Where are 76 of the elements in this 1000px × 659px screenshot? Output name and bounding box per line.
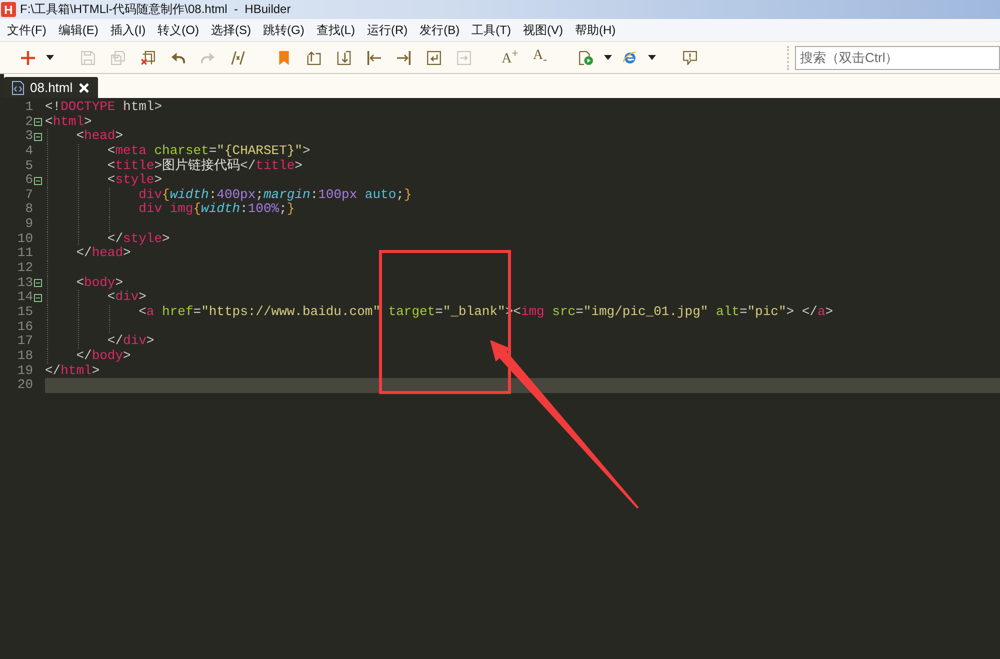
search-field[interactable]: 搜索（双击Ctrl）: [795, 46, 1000, 70]
plus-icon[interactable]: [21, 50, 35, 64]
minus-square-icon[interactable]: [34, 279, 42, 287]
line-number: 16: [16, 320, 33, 334]
menu-item[interactable]: 发行(B): [414, 20, 466, 40]
code-line: div img{width:100%;}: [138, 202, 295, 218]
menu-item[interactable]: 查找(L): [310, 20, 361, 40]
line-number: 6: [24, 173, 33, 188]
line-number: 19: [16, 364, 33, 378]
menu-item[interactable]: 选择(S): [204, 20, 257, 40]
line-number: 10: [16, 232, 33, 246]
code-line: div{width:400px;margin:100px auto;}: [138, 188, 412, 202]
file-tab[interactable]: 08.html: [4, 77, 98, 98]
font-smaller-button[interactable]: A$_{-}$: [532, 49, 547, 66]
minus-square-icon[interactable]: [34, 176, 42, 185]
e-swoosh-icon[interactable]: [623, 50, 637, 64]
code-line: <body>: [76, 276, 124, 290]
window-title: F:\工具箱\HTMLl-代码随意制作\08.html - HBuilder: [20, 1, 291, 18]
documents-x-icon[interactable]: [141, 50, 155, 64]
code-line: <style>: [107, 173, 162, 188]
caret-icon[interactable]: [604, 55, 612, 60]
line-number: 18: [16, 348, 33, 364]
slash-marks-icon[interactable]: [231, 50, 245, 64]
line-number: 2: [24, 114, 33, 130]
page-play-icon[interactable]: [579, 50, 593, 64]
menu-item[interactable]: 工具(T): [466, 20, 517, 40]
code-line: <head>: [76, 129, 124, 144]
undo-icon[interactable]: [171, 50, 185, 64]
line-number: 8: [24, 202, 33, 218]
line-number: 20: [16, 378, 33, 393]
caret-icon[interactable]: [648, 55, 656, 60]
line-number: 7: [24, 188, 33, 202]
code-line: </html>: [45, 364, 100, 378]
caret-icon[interactable]: [46, 55, 54, 60]
code-line: <!DOCTYPE html>: [45, 100, 162, 115]
minus-square-icon[interactable]: [34, 132, 42, 141]
menu-item[interactable]: 视图(V): [516, 20, 569, 40]
minus-square-icon[interactable]: [34, 294, 42, 302]
page-up-arrow-icon[interactable]: [307, 50, 321, 64]
page-down-arrow-icon[interactable]: [337, 50, 351, 64]
menu-item[interactable]: 转义(O): [152, 20, 205, 40]
line-number: 12: [16, 261, 33, 276]
speech-bubble-icon[interactable]: [683, 50, 697, 64]
code-line: </head>: [76, 246, 131, 262]
code-line: </body>: [76, 348, 131, 364]
line-number: 1: [24, 100, 33, 115]
code-line: </div>: [107, 334, 154, 349]
line-number: 15: [16, 304, 33, 320]
line-number: 17: [16, 334, 33, 349]
menu-item[interactable]: 帮助(H): [568, 20, 622, 40]
line-number: 4: [24, 144, 33, 159]
code-line: </style>: [107, 232, 170, 246]
menu-item[interactable]: 跳转(G): [256, 20, 310, 40]
arrow-to-left-bar-icon[interactable]: [367, 50, 381, 64]
line-number: 3: [24, 129, 33, 144]
menu-item[interactable]: 插入(I): [104, 20, 152, 40]
line-number: 13: [16, 276, 33, 290]
menu-item[interactable]: 文件(F): [1, 20, 52, 40]
line-number: 5: [24, 158, 33, 174]
menu-item[interactable]: 运行(R): [360, 20, 414, 40]
line-number: 14: [16, 290, 33, 305]
code-line: <html>: [45, 114, 92, 130]
code-line: <meta charset="{CHARSET}">: [107, 144, 310, 158]
line-number: 11: [16, 246, 33, 262]
code-file-icon: [12, 80, 24, 94]
bookmark-icon[interactable]: [277, 50, 291, 64]
code-line: <div>: [107, 290, 146, 305]
close-icon[interactable]: [78, 82, 89, 92]
menu-item[interactable]: 编辑(E): [52, 20, 104, 40]
page-return-arrow-icon[interactable]: [427, 50, 441, 64]
code-line: <title>图片链接代码</title>: [107, 158, 302, 174]
line-number: 9: [24, 217, 33, 232]
font-larger-button[interactable]: A$^{+}$: [502, 48, 518, 67]
app-logo: H: [1, 2, 16, 17]
minus-square-icon[interactable]: [34, 118, 42, 126]
arrow-to-right-bar-icon[interactable]: [397, 50, 411, 64]
